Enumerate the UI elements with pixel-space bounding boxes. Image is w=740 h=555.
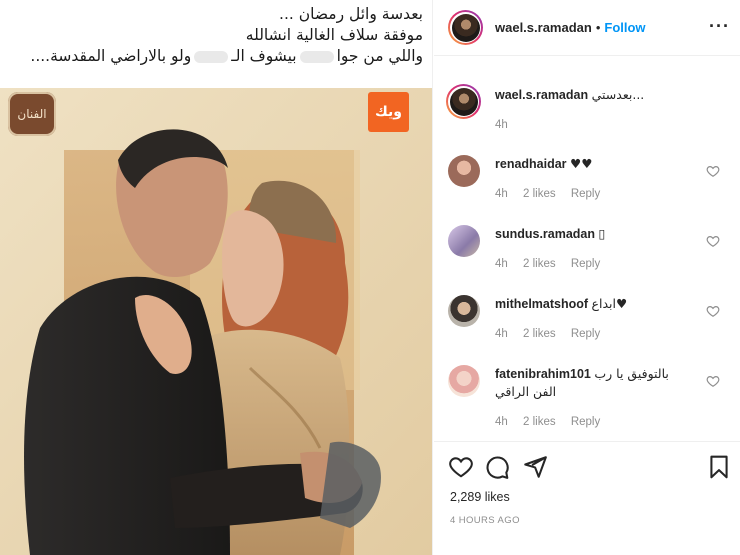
like-comment-heart-icon[interactable] [706,234,720,248]
profile-avatar-icon [451,13,480,42]
heart-icon[interactable] [448,454,474,480]
comment-username[interactable]: mithelmatshoof [495,297,588,311]
post-actions: 2,289 likes 4 HOURS AGO [434,441,740,555]
caption-line-3a: واللي من جوا [336,47,423,65]
bookmark-icon[interactable] [706,454,732,480]
comment-body: renadhaidar ♥♥ [495,155,705,173]
comment-body: sundus.ramadan ▯ [495,225,705,243]
comment-text: ▯ [598,226,606,241]
header-avatar[interactable] [448,10,483,45]
comment-meta: 4h 2 likes Reply [495,328,612,340]
comment-meta: 4h 2 likes Reply [495,258,612,270]
header-username[interactable]: wael.s.ramadan [495,20,592,35]
caption-line-1: بعدسة وائل رمضان ... [279,5,423,23]
comment-likes[interactable]: 2 likes [523,188,556,200]
post-media[interactable]: بعدسة وائل رمضان ... موفقة سلاف الغالية … [0,0,433,555]
blurred-word [299,50,334,63]
comments-list: wael.s.ramadan بعدستي... 4h renadhaidar … [434,57,740,441]
user-avatar-icon[interactable] [448,225,480,257]
comment-likes[interactable]: 2 likes [523,258,556,270]
comment-text: بعدستي... [591,87,645,102]
like-comment-heart-icon[interactable] [706,164,720,178]
blurred-word [194,50,229,63]
comment-username[interactable]: fatenibrahim101 [495,367,591,381]
user-avatar-icon[interactable] [448,295,480,327]
user-avatar-icon[interactable] [448,365,480,397]
brand-logo-badge: ويك [368,92,409,132]
comment-username[interactable]: sundus.ramadan [495,227,595,241]
post-timestamp[interactable]: 4 HOURS AGO [450,515,520,526]
comment-time[interactable]: 4h [495,188,508,200]
caption-line-3: واللي من جوا بيشوف الـ ولو بالاراضي المقدس… [6,46,423,67]
comment-likes[interactable]: 2 likes [523,328,556,340]
comment-meta: 4h 2 likes Reply [495,416,612,428]
reply-button[interactable]: Reply [571,188,600,200]
comment-time[interactable]: 4h [495,258,508,270]
comment-likes[interactable]: 2 likes [523,416,556,428]
reply-button[interactable]: Reply [571,416,600,428]
poster-image: الفنان ويك [0,88,432,555]
image-caption-overlay: بعدسة وائل رمضان ... موفقة سلاف الغالية … [0,0,432,88]
post-side-panel: wael.s.ramadan • Follow ··· wael.s.ramad… [434,0,740,555]
user-avatar-icon[interactable] [448,155,480,187]
post-header: wael.s.ramadan • Follow ··· [434,0,740,56]
reply-button[interactable]: Reply [571,258,600,270]
comment-time[interactable]: 4h [495,119,508,131]
comment-body: wael.s.ramadan بعدستي... [495,86,705,104]
caption-line-3c: ولو بالاراضي المقدسة.... [30,47,192,65]
like-comment-heart-icon[interactable] [706,374,720,388]
comment-time[interactable]: 4h [495,328,508,340]
comment-username[interactable]: renadhaidar [495,157,567,171]
header-separator: • [595,20,601,35]
comment-body: mithelmatshoof ابداع♥ [495,295,705,313]
poster-artwork [0,88,432,555]
comment-text: ♥♥ [570,156,593,171]
comment-username[interactable]: wael.s.ramadan [495,88,588,102]
follow-button[interactable]: Follow [604,20,645,35]
caption-line-3b: بيشوف الـ [231,47,297,65]
more-options-icon[interactable]: ··· [709,16,730,37]
comment-body: fatenibrahim101 بالتوفيق يا رب الفن الرا… [495,365,695,401]
profile-avatar-icon [449,87,478,116]
like-comment-heart-icon[interactable] [706,304,720,318]
channel-logo-badge: الفنان [8,92,56,136]
caption-line-2: موفقة سلاف الغالية انشالله [245,26,423,44]
comment-meta: 4h [495,119,520,131]
reply-button[interactable]: Reply [571,328,600,340]
comment-icon[interactable] [484,454,510,480]
comment-time[interactable]: 4h [495,416,508,428]
comment-avatar[interactable] [446,84,481,119]
likes-count[interactable]: 2,289 likes [450,490,510,504]
comment-meta: 4h 2 likes Reply [495,188,612,200]
share-icon[interactable] [522,454,548,480]
comment-text: ابداع♥ [591,296,628,311]
